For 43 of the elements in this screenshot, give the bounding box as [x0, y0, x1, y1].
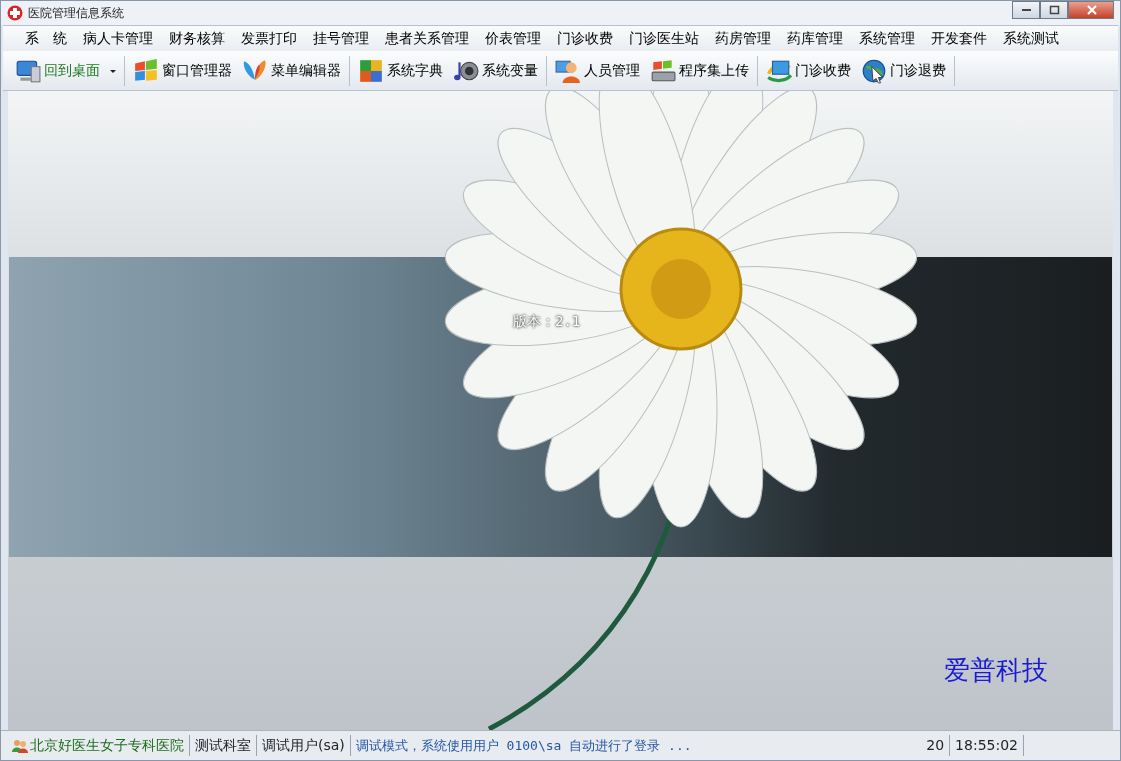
toolbar-button[interactable]: 程序集上传: [646, 55, 753, 86]
maximize-icon: [1048, 5, 1060, 15]
toolbar-button[interactable]: 窗口管理器: [129, 55, 236, 86]
globe-cursor-icon: [861, 57, 887, 84]
user-text: 调试用户(sa): [262, 736, 345, 755]
menu-item[interactable]: 门诊医生站: [621, 26, 707, 51]
menu-item[interactable]: 系统测试: [995, 26, 1067, 51]
minimize-icon: [1021, 9, 1031, 11]
toolbar-button[interactable]: 系统字典: [354, 55, 447, 86]
version-text: 版本：2.1: [513, 312, 581, 331]
maximize-button[interactable]: [1040, 1, 1068, 19]
date-text: 20: [926, 736, 945, 755]
computer-icon: [650, 57, 676, 84]
time-text: 18:55:02: [955, 736, 1018, 755]
toolbar-button[interactable]: 人员管理: [551, 55, 644, 86]
menu-item[interactable]: 挂号管理: [305, 26, 377, 51]
menu-item[interactable]: 发票打印: [233, 26, 305, 51]
close-icon: [1085, 5, 1097, 15]
menu-item[interactable]: 财务核算: [161, 26, 233, 51]
menu-item[interactable]: 病人卡管理: [75, 26, 161, 51]
menu-item[interactable]: 价表管理: [477, 26, 549, 51]
menu-item[interactable]: 系 统: [17, 26, 75, 51]
toolbar-button[interactable]: 门诊退费: [857, 55, 950, 86]
toolbar-button[interactable]: 回到桌面: [11, 55, 104, 86]
menu-item[interactable]: 门诊收费: [549, 26, 621, 51]
menu-item[interactable]: 系统管理: [851, 26, 923, 51]
menu-item[interactable]: 药库管理: [779, 26, 851, 51]
window-flag-icon: [133, 57, 159, 84]
app-logo-icon: [7, 5, 23, 21]
users-icon: [12, 737, 28, 754]
status-message: 调试模式，系统使用用户 0100\sa 自动进行了登录 ...: [355, 736, 692, 755]
toolbar-button[interactable]: 系统变量: [449, 55, 542, 86]
close-button[interactable]: [1068, 1, 1114, 19]
menu-item[interactable]: 开发套件: [923, 26, 995, 51]
minimize-button[interactable]: [1012, 1, 1040, 19]
department-text: 测试科室: [195, 736, 251, 755]
window-title: 医院管理信息系统: [28, 5, 124, 22]
toolbar-button[interactable]: 门诊收费: [762, 55, 855, 86]
menu-item[interactable]: 药房管理: [707, 26, 779, 51]
menu-item[interactable]: 患者关系管理: [377, 26, 477, 51]
hospital-name: 北京好医生女子专科医院: [30, 736, 184, 755]
toolbar-button[interactable]: 菜单编辑器: [238, 55, 345, 86]
company-name: 爱普科技: [944, 654, 1048, 687]
